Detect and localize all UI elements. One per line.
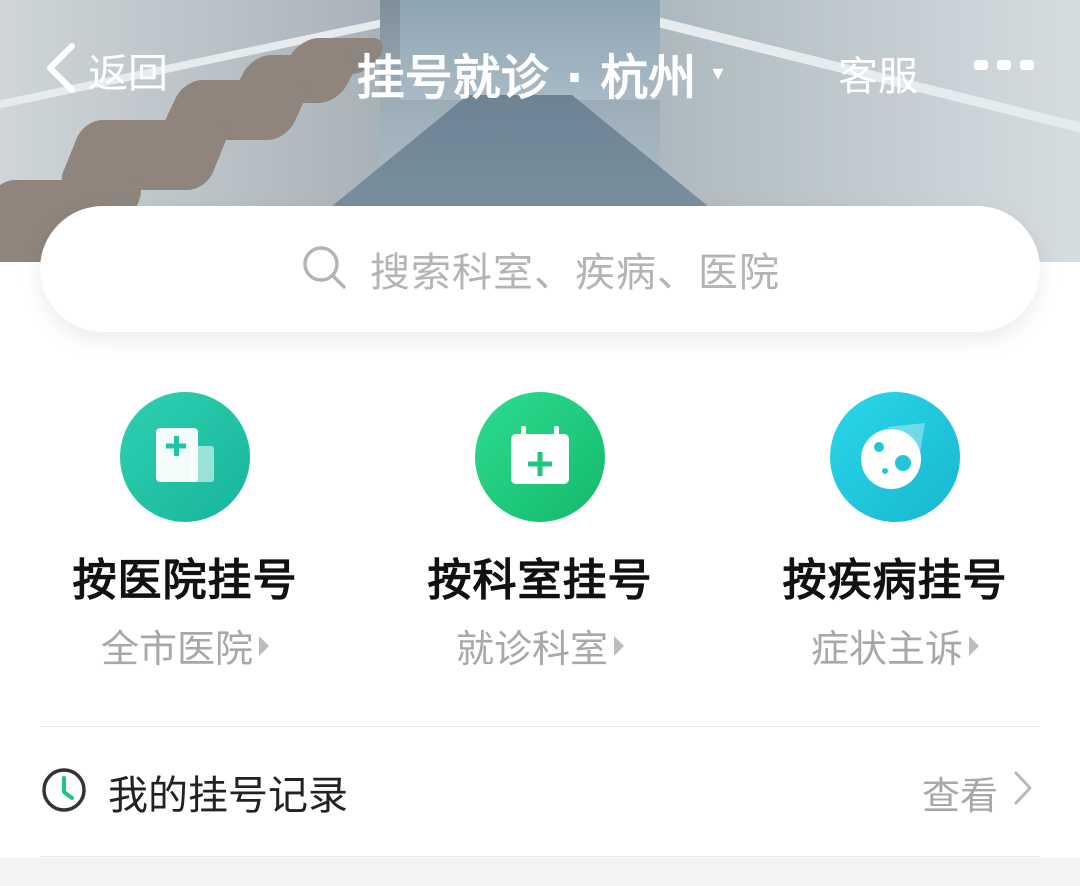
virus-icon [830,392,960,522]
entry-sub: 全市医院 [35,618,335,673]
entry-sub-label: 全市医院 [100,627,253,671]
divider [40,726,1040,727]
hospital-icon [120,392,250,522]
entry-sub: 就诊科室 [390,618,690,673]
calendar-plus-icon [475,392,605,522]
entry-sub-label: 症状主诉 [810,627,963,671]
caret-right-icon [259,635,269,656]
entry-label: 按科室挂号 [427,555,653,606]
entry-sub: 症状主诉 [745,618,1045,673]
more-dot-icon [997,60,1011,70]
caret-right-icon [969,635,979,656]
by-department-entry[interactable]: 按科室挂号 就诊科室 [390,392,690,673]
by-disease-entry[interactable]: 按疾病挂号 症状主诉 [745,392,1045,673]
customer-service-button[interactable]: 客服 [838,44,918,102]
view-label: 查看 [921,773,998,818]
view-records-link[interactable]: 查看 [922,728,1034,856]
more-menu-button[interactable] [974,60,1034,70]
entry-label: 按疾病挂号 [782,555,1008,606]
entry-sub-label: 就诊科室 [455,627,608,671]
top-nav: 返回 挂号就诊 · 杭州 ▾ 客服 [0,34,1080,106]
more-dot-icon [1020,60,1034,70]
chevron-right-icon [1012,769,1034,816]
record-label: 我的挂号记录 [108,773,348,819]
caret-right-icon [614,635,624,656]
search-icon [300,243,348,295]
page-title: 挂号就诊 · 杭州 [356,50,697,106]
clock-icon [40,766,88,818]
divider [40,856,1040,857]
registration-options: 按医院挂号 全市医院 按科室挂号 就诊科室 按疾病挂号 症状主诉 [0,392,1080,672]
more-dot-icon [974,60,988,70]
by-hospital-entry[interactable]: 按医院挂号 全市医院 [35,392,335,673]
city-selector[interactable]: 挂号就诊 · 杭州 ▾ [0,38,1080,108]
entry-label: 按医院挂号 [72,555,298,606]
search-input[interactable]: 搜索科室、疾病、医院 [40,206,1040,332]
caret-down-icon: ▾ [712,60,724,86]
search-placeholder: 搜索科室、疾病、医院 [370,250,780,296]
footer-background [0,858,1080,886]
registration-record-row[interactable]: 我的挂号记录 查看 [40,728,1040,856]
